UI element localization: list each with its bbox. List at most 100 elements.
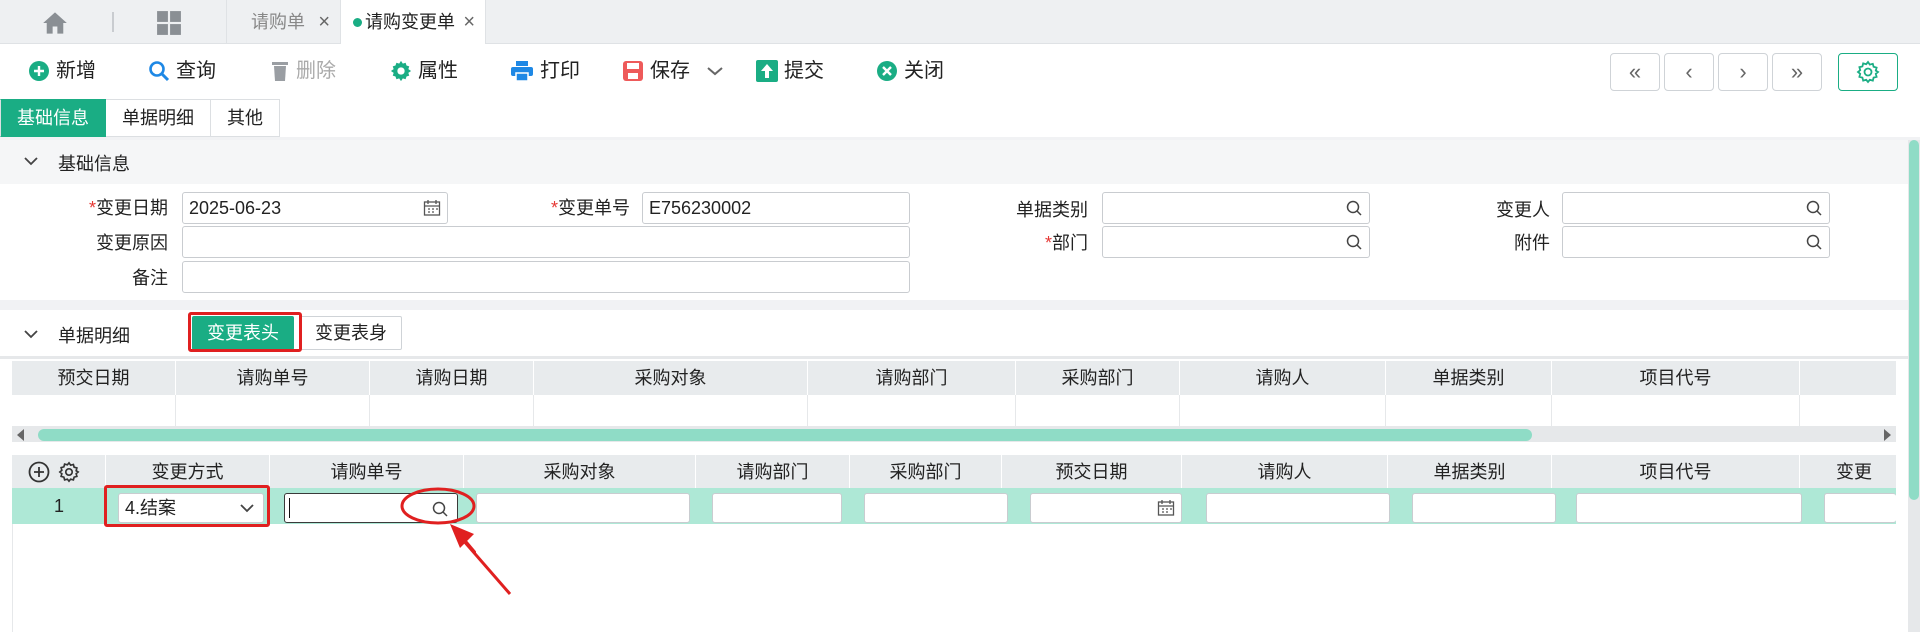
chevron-down-icon[interactable] [706, 65, 724, 77]
purchase-dept-input[interactable] [864, 493, 1008, 523]
close-icon[interactable]: × [318, 0, 330, 44]
reason-label: 变更原因 [96, 233, 168, 253]
tab-purchase-change[interactable]: 请购变更单 × [340, 0, 486, 44]
change-date-value: 2025-06-23 [189, 198, 282, 218]
divider [112, 12, 114, 32]
column-header[interactable]: 变更方式 [106, 455, 270, 489]
column-header[interactable]: 预交日期 [1002, 455, 1182, 489]
changer-field[interactable] [1562, 192, 1830, 224]
close-circle-icon [877, 61, 897, 81]
requester-input[interactable] [1206, 493, 1390, 523]
dept-field[interactable] [1102, 226, 1370, 258]
last-record-button[interactable]: » [1772, 53, 1822, 91]
submit-button[interactable]: 提交 [756, 57, 824, 85]
settings-button[interactable] [1838, 53, 1898, 91]
table-cell[interactable] [808, 395, 1016, 426]
column-header[interactable]: 项目代号 [1552, 455, 1800, 489]
column-header[interactable]: 请购单号 [270, 455, 464, 489]
first-record-button[interactable]: « [1610, 53, 1660, 91]
apps-grid-icon[interactable] [156, 10, 182, 36]
search-icon[interactable] [1345, 233, 1363, 251]
column-header[interactable]: 单据类别 [1386, 361, 1552, 395]
table-cell[interactable] [176, 395, 370, 426]
table-cell[interactable] [1386, 395, 1552, 426]
column-header[interactable]: 变更 [1800, 455, 1896, 489]
tab-document-detail[interactable]: 单据明细 [106, 99, 211, 137]
prev-record-button[interactable]: ‹ [1664, 53, 1714, 91]
column-header[interactable]: 请购单号 [176, 361, 370, 395]
attachment-field[interactable] [1562, 226, 1830, 258]
next-record-button[interactable]: › [1718, 53, 1768, 91]
close-button[interactable]: 关闭 [876, 57, 944, 85]
tab-other[interactable]: 其他 [211, 99, 280, 137]
calendar-icon[interactable] [1157, 499, 1175, 517]
column-header[interactable]: 请购人 [1182, 455, 1388, 489]
section-title: 单据明细 [58, 326, 130, 346]
query-button[interactable]: 查询 [148, 57, 216, 85]
change-input[interactable] [1824, 493, 1896, 523]
column-header[interactable]: 请购日期 [370, 361, 534, 395]
calendar-icon[interactable] [423, 199, 441, 217]
search-icon[interactable] [1345, 199, 1363, 217]
scrollbar-thumb[interactable] [1909, 140, 1919, 500]
arrow-left-icon[interactable] [16, 429, 26, 441]
doc-type-field[interactable] [1102, 192, 1370, 224]
column-header[interactable]: 请购人 [1180, 361, 1386, 395]
horizontal-scrollbar[interactable] [12, 426, 1896, 442]
gear-icon[interactable] [58, 461, 80, 483]
table-cell[interactable] [534, 395, 808, 426]
table-cell[interactable] [370, 395, 534, 426]
column-header[interactable]: 请购部门 [808, 361, 1016, 395]
new-button[interactable]: 新增 [28, 57, 96, 85]
scrollbar-thumb[interactable] [38, 429, 1532, 441]
column-header[interactable]: 采购对象 [534, 361, 808, 395]
table-cell[interactable] [12, 395, 176, 426]
column-header[interactable]: 采购对象 [464, 455, 696, 489]
change-date-field[interactable]: 2025-06-23 [182, 192, 448, 224]
table-body-empty [12, 524, 1896, 632]
trash-icon [272, 62, 288, 81]
chevron-down-icon[interactable] [22, 325, 40, 343]
highlight-box [188, 312, 302, 352]
change-no-label: *变更单号 [550, 198, 630, 218]
vertical-scrollbar[interactable] [1908, 140, 1920, 632]
basic-info-header[interactable]: 基础信息 [0, 140, 1920, 184]
search-icon[interactable] [1805, 233, 1823, 251]
project-code-input[interactable] [1576, 493, 1802, 523]
changer-label: 变更人 [1496, 200, 1550, 220]
add-row-icon[interactable] [28, 461, 50, 483]
change-no-field[interactable]: E756230002 [642, 192, 910, 224]
close-icon[interactable]: × [463, 0, 475, 44]
column-header[interactable]: 单据类别 [1388, 455, 1552, 489]
body-table-header: 变更方式 请购单号 采购对象 请购部门 采购部门 预交日期 请购人 单据类别 项… [12, 455, 1896, 489]
table-cell[interactable] [1016, 395, 1180, 426]
arrow-right-icon[interactable] [1882, 429, 1892, 441]
divider [0, 356, 1920, 359]
request-dept-input[interactable] [712, 493, 842, 523]
column-header[interactable]: 采购部门 [1016, 361, 1180, 395]
chevron-down-icon[interactable] [22, 152, 40, 170]
search-icon[interactable] [1805, 199, 1823, 217]
column-header[interactable]: 请购部门 [696, 455, 850, 489]
tab-purchase-request[interactable]: 请购单 × [226, 0, 340, 44]
tab-change-body[interactable]: 变更表身 [300, 316, 402, 350]
head-table-header: 预交日期 请购单号 请购日期 采购对象 请购部门 采购部门 请购人 单据类别 项… [12, 361, 1896, 395]
home-icon[interactable] [40, 10, 70, 36]
table-cell[interactable] [1180, 395, 1386, 426]
column-header[interactable]: 采购部门 [850, 455, 1002, 489]
tab-basic-info[interactable]: 基础信息 [0, 99, 106, 137]
reason-field[interactable] [182, 226, 910, 258]
highlight-box [104, 485, 270, 527]
due-date-input[interactable] [1030, 493, 1182, 523]
save-button[interactable]: 保存 [622, 57, 724, 85]
remark-field[interactable] [182, 261, 910, 293]
column-header[interactable]: 项目代号 [1552, 361, 1800, 395]
table-cell[interactable] [1552, 395, 1800, 426]
delete-button[interactable]: 删除 [270, 57, 336, 85]
properties-button[interactable]: 属性 [390, 57, 458, 85]
column-header[interactable]: 预交日期 [12, 361, 176, 395]
section-title: 基础信息 [58, 154, 130, 174]
submit-label: 提交 [784, 60, 824, 82]
doc-type-input[interactable] [1412, 493, 1556, 523]
print-button[interactable]: 打印 [510, 57, 580, 85]
